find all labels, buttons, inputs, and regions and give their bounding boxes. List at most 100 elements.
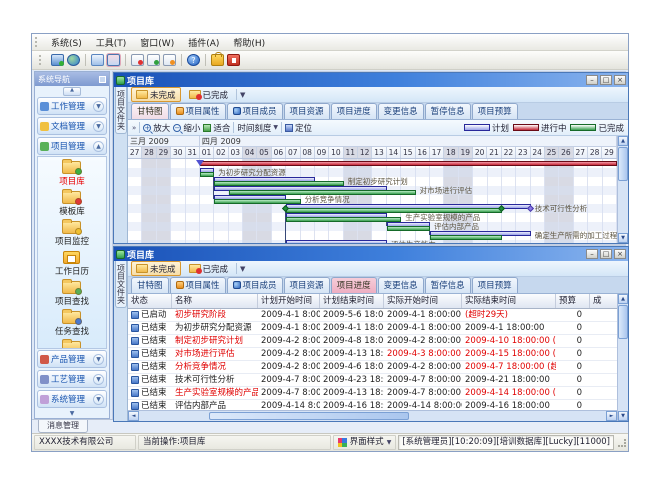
sidebar-group-工作管理[interactable]: 工作管理▼	[37, 97, 107, 115]
pin-icon[interactable]	[99, 76, 106, 83]
w2-tab-项目成员[interactable]: 项目成员	[227, 277, 283, 293]
project-folder-tab[interactable]: 项目文件夹	[115, 87, 127, 134]
filter-overflow-button[interactable]: ▼	[240, 265, 245, 273]
column-header-预算[interactable]: 预算	[556, 294, 590, 308]
w1-tab-项目资源[interactable]: 项目资源	[284, 103, 330, 119]
chevron-down-icon[interactable]: ▼	[93, 374, 104, 385]
scroll-thumb[interactable]	[618, 305, 628, 339]
w2-tab-暂停信息[interactable]: 暂停信息	[425, 277, 471, 293]
w1-tab-甘特图[interactable]: 甘特图	[131, 103, 169, 119]
scroll-down-arrow[interactable]: ▼	[618, 411, 628, 421]
save-icon[interactable]	[107, 54, 120, 66]
report-green-icon[interactable]	[147, 54, 160, 66]
table-row[interactable]: 已结束分析竞争情况2009-4-2 8:00:002009-4-6 18:00:…	[128, 361, 617, 374]
w1-tab-项目成员[interactable]: 项目成员	[227, 103, 283, 119]
report-red-icon[interactable]	[131, 54, 144, 66]
scroll-thumb[interactable]	[209, 412, 409, 420]
w1-tab-项目预算[interactable]: 项目预算	[472, 103, 518, 119]
zoom-in-button[interactable]: + 放大	[143, 122, 170, 134]
fit-button[interactable]: 适合	[203, 122, 230, 134]
table-row[interactable]: 已启动初步研究阶段2009-4-1 8:00:002009-5-6 18:00:…	[128, 309, 617, 322]
chevron-down-icon[interactable]: ▼	[93, 354, 104, 365]
w1-tab-暂停信息[interactable]: 暂停信息	[425, 103, 471, 119]
column-header-名称[interactable]: 名称	[172, 294, 258, 308]
sidebar-item-项目文档查找[interactable]: 项目文档查找	[46, 341, 97, 349]
report-orange-icon[interactable]	[163, 54, 176, 66]
chevron-down-icon[interactable]: ▼	[93, 121, 104, 132]
w1-tab-变更信息[interactable]: 变更信息	[378, 103, 424, 119]
toolbar-overflow-button[interactable]: »	[132, 124, 136, 132]
w1-tab-项目进度[interactable]: 项目进度	[331, 103, 377, 119]
gantt-body[interactable]: 为初步研究分配资源制定初步研究计划对市场进行评估分析竞争情况技术可行性分析生产实…	[128, 159, 617, 243]
collapse-button[interactable]: ▲	[63, 87, 81, 96]
sidebar-group-产品管理[interactable]: 产品管理▼	[37, 350, 107, 368]
sidebar-item-任务查找[interactable]: 任务查找	[55, 311, 89, 337]
help-icon[interactable]	[187, 54, 200, 66]
sidebar-item-项目库[interactable]: 项目库	[59, 161, 85, 187]
column-header-成[interactable]: 成	[590, 294, 618, 308]
sidebar-item-模板库[interactable]: 模板库	[59, 191, 85, 217]
w2-tab-项目属性[interactable]: 项目属性	[170, 277, 226, 293]
sidebar-group-文档管理[interactable]: 文档管理▼	[37, 117, 107, 135]
w1-tab-项目属性[interactable]: 项目属性	[170, 103, 226, 119]
menu-item-1[interactable]: 工具(T)	[89, 38, 134, 50]
table-horizontal-scrollbar[interactable]: ◄ ►	[128, 410, 617, 421]
chevron-down-icon[interactable]: ▼	[93, 101, 104, 112]
time-scale-button[interactable]: 时间刻度 ▼	[237, 122, 278, 134]
exit-icon[interactable]	[227, 54, 240, 66]
chevron-up-icon[interactable]: ▲	[93, 141, 104, 152]
w2-tab-变更信息[interactable]: 变更信息	[378, 277, 424, 293]
sidebar-item-项目监控[interactable]: 项目监控	[55, 221, 89, 247]
table-row[interactable]: 已结束对市场进行评估2009-4-2 8:00:002009-4-13 18:0…	[128, 348, 617, 361]
open-folder-icon[interactable]	[91, 54, 104, 66]
table-row[interactable]: 已结束评估内部产品2009-4-14 8:00:002009-4-16 18:0…	[128, 400, 617, 410]
scroll-up-arrow[interactable]: ▲	[618, 136, 628, 146]
w1-filter-未完成[interactable]: 未完成	[131, 87, 181, 102]
table-row[interactable]: 已结束技术可行性分析2009-4-7 8:00:002009-4-23 18:0…	[128, 374, 617, 387]
minimize-button[interactable]: –	[586, 249, 598, 259]
minimize-button[interactable]: –	[586, 75, 598, 85]
window2-titlebar[interactable]: 项目库 – □ ×	[114, 247, 628, 261]
scroll-down-arrow[interactable]: ▼	[618, 233, 628, 243]
project-folder-tab[interactable]: 项目文件夹	[115, 261, 127, 308]
resize-grip[interactable]	[618, 439, 626, 447]
w2-filter-未完成[interactable]: 未完成	[131, 261, 181, 276]
menu-item-2[interactable]: 窗口(W)	[133, 38, 181, 50]
lock-icon[interactable]	[211, 54, 224, 66]
table-row[interactable]: 已结束生产实验室规模的产品2009-4-7 8:00:002009-4-13 1…	[128, 387, 617, 400]
menu-item-3[interactable]: 插件(A)	[181, 38, 226, 50]
w2-tab-甘特图[interactable]: 甘特图	[131, 277, 169, 293]
gantt-vertical-scrollbar[interactable]: ▲ ▼	[617, 136, 628, 243]
w2-tab-项目资源[interactable]: 项目资源	[284, 277, 330, 293]
column-header-实际开始时间[interactable]: 实际开始时间	[384, 294, 462, 308]
column-header-状态[interactable]: 状态	[128, 294, 172, 308]
table-row[interactable]: 已结束制定初步研究计划2009-4-2 8:00:002009-4-8 18:0…	[128, 335, 617, 348]
maximize-button[interactable]: □	[600, 249, 612, 259]
w2-tab-项目进度[interactable]: 项目进度	[331, 277, 377, 293]
sidebar-item-项目查找[interactable]: 项目查找	[55, 281, 89, 307]
sidebar-group-工艺管理[interactable]: 工艺管理▼	[37, 370, 107, 388]
w2-tab-项目预算[interactable]: 项目预算	[472, 277, 518, 293]
close-button[interactable]: ×	[614, 75, 626, 85]
w2-filter-已完成[interactable]: 已完成	[184, 261, 234, 276]
scroll-right-arrow[interactable]: ►	[606, 411, 617, 421]
column-header-实际结束时间[interactable]: 实际结束时间	[462, 294, 556, 308]
column-header-计划开始时间[interactable]: 计划开始时间	[258, 294, 320, 308]
menu-item-4[interactable]: 帮助(H)	[226, 38, 272, 50]
message-management-tab[interactable]: 消息管理	[38, 420, 88, 433]
window1-titlebar[interactable]: 项目库 – □ ×	[114, 73, 628, 87]
maximize-button[interactable]: □	[600, 75, 612, 85]
monitor-add-icon[interactable]	[51, 54, 64, 66]
globe-icon[interactable]	[67, 54, 80, 66]
interface-style-button[interactable]: 界面样式 ▼	[333, 435, 397, 450]
table-row[interactable]: 已结束为初步研究分配资源2009-4-1 8:00:002009-4-1 18:…	[128, 322, 617, 335]
scroll-thumb[interactable]	[618, 147, 628, 181]
filter-overflow-button[interactable]: ▼	[240, 91, 245, 99]
column-header-计划结束时间[interactable]: 计划结束时间	[320, 294, 384, 308]
table-vertical-scrollbar[interactable]: ▲ ▼	[617, 294, 628, 421]
sidebar-item-工作日历[interactable]: 工作日历	[55, 251, 89, 277]
chevron-down-icon[interactable]: ▼	[93, 394, 104, 405]
sidebar-group-项目管理[interactable]: 项目管理▲	[37, 137, 107, 155]
close-button[interactable]: ×	[614, 249, 626, 259]
locate-button[interactable]: 定位	[285, 122, 312, 134]
